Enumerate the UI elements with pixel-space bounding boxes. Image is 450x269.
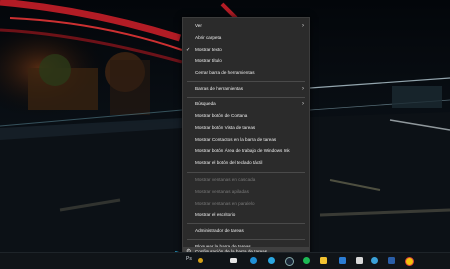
menu-item-label: Mostrar título <box>195 58 222 63</box>
menu-separator <box>187 81 305 82</box>
menu-item-label: Mostrar el escritorio <box>195 212 236 217</box>
menu-item-cerrar-barra[interactable]: Cerrar barra de herramientas <box>183 68 309 78</box>
menu-item-administrador-tareas[interactable]: Administrador de tareas <box>183 226 309 236</box>
menu-item-label: Cerrar barra de herramientas <box>195 70 255 75</box>
menu-item-label: Mostrar el botón del teclado táctil <box>195 160 263 165</box>
chevron-right-icon: › <box>302 86 304 92</box>
menu-item-paralelo: Mostrar ventanas en paralelo <box>183 199 309 209</box>
menu-item-barras-herramientas[interactable]: Barras de herramientas › <box>183 84 309 94</box>
menu-item-apiladas: Mostrar ventanas apiladas <box>183 187 309 197</box>
circle-app-icon[interactable] <box>371 257 378 264</box>
taskbar: Ps <box>0 252 450 269</box>
menu-item-mostrar-escritorio[interactable]: Mostrar el escritorio <box>183 210 309 220</box>
menu-separator <box>187 223 305 224</box>
menu-item-label: Mostrar botón Vista de tareas <box>195 125 256 130</box>
menu-item-cortana[interactable]: Mostrar botón de Cortana <box>183 111 309 121</box>
word-icon[interactable] <box>339 257 346 264</box>
menu-separator <box>187 172 305 173</box>
menu-item-label: Mostrar ventanas apiladas <box>195 189 249 194</box>
telegram-icon[interactable] <box>268 257 275 264</box>
menu-item-label: Mostrar Contactos en la barra de tareas <box>195 137 277 142</box>
menu-separator <box>187 97 305 98</box>
chevron-right-icon: › <box>302 101 304 107</box>
menu-item-windows-ink[interactable]: Mostrar botón Área de trabajo de Windows… <box>183 146 309 156</box>
chrome-icon[interactable] <box>405 257 414 266</box>
menu-item-label: Administrador de tareas <box>195 228 244 233</box>
menu-item-busqueda[interactable]: Búsqueda › <box>183 99 309 109</box>
menu-item-abrir-carpeta[interactable]: Abrir carpeta <box>183 33 309 43</box>
menu-item-label: Abrir carpeta <box>195 35 222 40</box>
menu-item-cascada: Mostrar ventanas en cascada <box>183 175 309 185</box>
menu-item-mostrar-texto[interactable]: ✓ Mostrar texto <box>183 45 309 55</box>
menu-item-vista-tareas[interactable]: Mostrar botón Vista de tareas <box>183 123 309 133</box>
menu-item-mostrar-titulo[interactable]: Mostrar título <box>183 56 309 66</box>
menu-item-label: Mostrar ventanas en paralelo <box>195 201 255 206</box>
menu-item-label: Barras de herramientas <box>195 86 244 91</box>
menu-item-ver[interactable]: Ver › <box>183 21 309 31</box>
edge-icon[interactable] <box>250 257 257 264</box>
menu-separator <box>187 239 305 240</box>
code-icon[interactable] <box>388 257 395 264</box>
spotify-icon[interactable] <box>303 257 310 264</box>
taskbar-text-label[interactable]: Ps <box>186 256 192 262</box>
cursor-dot-icon <box>198 258 203 263</box>
menu-item-contactos[interactable]: Mostrar Contactos en la barra de tareas <box>183 135 309 145</box>
menu-item-teclado-tactil[interactable]: Mostrar el botón del teclado táctil <box>183 158 309 168</box>
chevron-right-icon: › <box>302 23 304 29</box>
menu-item-label: Mostrar botón Área de trabajo de Windows… <box>195 148 290 153</box>
notes-icon[interactable] <box>320 257 327 264</box>
taskbar-context-menu: Ver › Abrir carpeta ✓ Mostrar texto Most… <box>182 17 310 258</box>
menu-item-label: Ver <box>195 23 202 28</box>
menu-item-label: Mostrar ventanas en cascada <box>195 177 256 182</box>
menu-item-label: Mostrar texto <box>195 47 222 52</box>
mail-icon[interactable] <box>230 258 237 263</box>
checkmark-icon: ✓ <box>186 47 191 53</box>
calendar-icon[interactable] <box>356 257 363 264</box>
menu-item-label: Mostrar botón de Cortana <box>195 113 248 118</box>
steam-icon[interactable] <box>285 257 294 266</box>
menu-item-label: Búsqueda <box>195 101 216 106</box>
